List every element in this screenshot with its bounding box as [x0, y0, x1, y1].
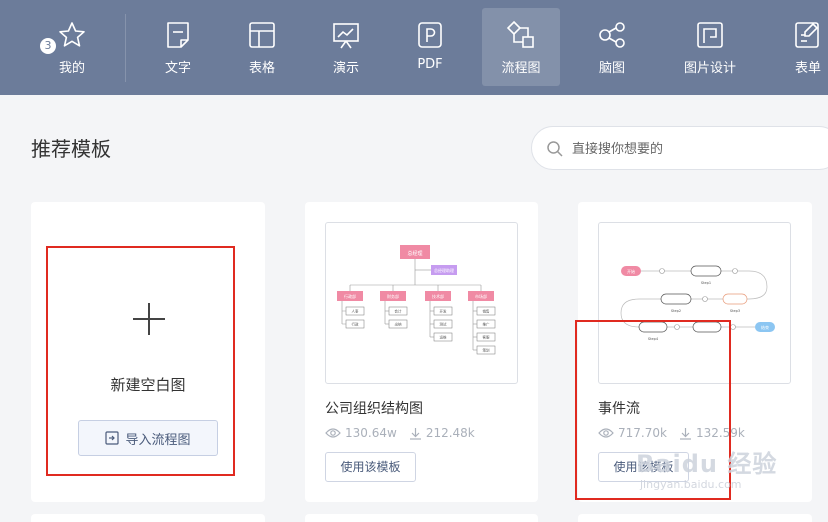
watermark-url: jingyan.baidu.com	[640, 478, 742, 491]
nav-label-table: 表格	[248, 61, 275, 76]
download-icon	[409, 427, 421, 440]
event-step2-text: Step2	[671, 309, 681, 313]
template-title: 公司组织结构图	[325, 401, 423, 417]
view-count: 130.64w	[345, 426, 397, 440]
nav-label-flowchart: 流程图	[501, 61, 541, 76]
org-staff-text: 推广	[483, 322, 491, 327]
eye-icon	[325, 428, 341, 438]
template-card-org-chart[interactable]: 总经理 总经理助理 行政部人事行政 财务部会计出纳 技术部开发测试运维 市场部销售推广…	[305, 202, 538, 502]
org-staff-text: 测试	[440, 322, 448, 327]
event-end-text: 结束	[761, 324, 769, 330]
pdf-icon	[418, 22, 442, 48]
nav-item-mindmap[interactable]: 脑图	[572, 8, 652, 86]
org-staff-text: 客服	[483, 335, 491, 340]
org-staff-text: 人事	[352, 309, 360, 314]
org-staff-text: 出纳	[395, 322, 403, 327]
form-icon	[795, 22, 819, 48]
org-dept-text: 行政部	[344, 293, 356, 299]
nav-item-text[interactable]: 文字	[138, 8, 218, 86]
presentation-icon	[333, 23, 359, 49]
org-dept-text: 财务部	[387, 293, 399, 299]
nav-item-image-design[interactable]: 图片设计	[672, 8, 748, 86]
search-box[interactable]	[531, 126, 828, 170]
event-step1-text: Step1	[701, 281, 711, 285]
use-template-button[interactable]: 使用该模板	[325, 452, 416, 482]
search-input[interactable]	[572, 138, 812, 160]
nav-item-presentation[interactable]: 演示	[306, 8, 386, 86]
nav-label-mindmap: 脑图	[598, 61, 625, 76]
org-dept-text: 技术部	[432, 293, 444, 299]
download-count: 212.48k	[425, 426, 475, 440]
nav-item-pdf[interactable]: PDF	[390, 8, 470, 86]
org-root-text: 总经理	[407, 250, 422, 257]
next-row-card	[31, 514, 265, 522]
event-start-text: 开始	[627, 268, 635, 274]
nav-item-form[interactable]: 表单	[778, 8, 828, 86]
page-title: 推荐模板	[31, 137, 111, 161]
next-row-card	[305, 514, 538, 522]
nav-label-form: 表单	[794, 61, 821, 76]
nav-label-presentation: 演示	[332, 61, 359, 76]
nav-divider	[125, 14, 126, 82]
org-staff-text: 策划	[483, 348, 491, 353]
nav-item-flowchart[interactable]: 流程图	[482, 8, 560, 86]
star-icon	[59, 22, 85, 47]
org-staff-text: 行政	[352, 322, 360, 327]
watermark-logo: Baidu 经验	[636, 450, 778, 478]
org-staff-text: 开发	[440, 309, 448, 314]
nav-label-image-design: 图片设计	[683, 61, 736, 76]
template-stats: 130.64w 212.48k	[325, 426, 475, 440]
nav-item-table[interactable]: 表格	[222, 8, 302, 86]
template-thumbnail-org-chart[interactable]: 总经理 总经理助理 行政部人事行政 财务部会计出纳 技术部开发测试运维 市场部销售推广…	[325, 222, 518, 384]
nav-label-mine: 我的	[58, 61, 85, 76]
org-staff-text: 运维	[440, 335, 448, 340]
mindmap-icon	[599, 22, 625, 48]
event-step3-text: Step3	[730, 309, 740, 313]
org-staff-text: 会计	[395, 309, 403, 314]
top-navigation-bar: 我的 3 文字 表格 演示 PDF 流程图 脑图 图片设计 表单	[0, 0, 828, 95]
flowchart-icon	[506, 20, 534, 48]
search-icon	[547, 141, 563, 157]
table-icon	[249, 22, 275, 48]
notification-badge: 3	[40, 38, 56, 54]
nav-label-pdf: PDF	[417, 57, 443, 72]
nav-label-text: 文字	[164, 61, 191, 76]
next-row-card	[578, 514, 812, 522]
highlight-box-blank	[46, 246, 235, 476]
image-design-icon	[697, 22, 723, 48]
org-staff-text: 销售	[483, 309, 491, 314]
document-icon	[167, 22, 189, 48]
org-assistant-text: 总经理助理	[434, 267, 454, 273]
org-dept-text: 市场部	[475, 293, 487, 299]
